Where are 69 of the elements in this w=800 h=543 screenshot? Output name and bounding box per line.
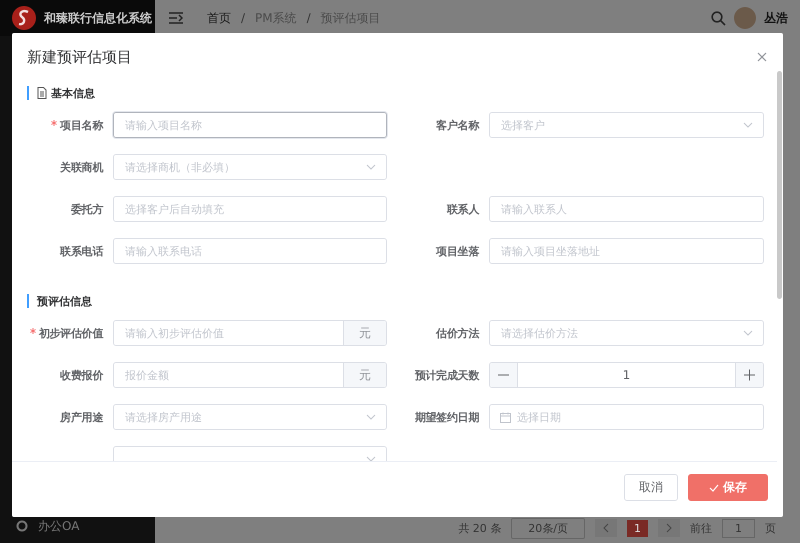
- page-suffix: 页: [765, 520, 776, 536]
- select-field[interactable]: 选择客户: [489, 112, 764, 138]
- chevron-down-icon: [743, 122, 753, 128]
- section-title: 基本信息: [51, 86, 95, 100]
- dialog-title: 新建预评估项目: [27, 48, 132, 66]
- field-label: 收费报价: [60, 368, 103, 382]
- user-name[interactable]: 丛浩: [764, 10, 788, 26]
- scrollbar[interactable]: [777, 71, 782, 299]
- select-field[interactable]: 请选择商机（非必填）: [113, 154, 387, 180]
- total-count: 共 20 条: [458, 520, 502, 536]
- checkmark-icon: [709, 484, 719, 492]
- field-label: 联系人: [446, 202, 479, 216]
- plus-button[interactable]: [735, 363, 763, 387]
- text-field[interactable]: 请输入联系电话: [113, 238, 387, 264]
- cancel-button[interactable]: 取消: [624, 474, 678, 501]
- field-label: 预计完成天数: [414, 368, 479, 382]
- chevron-down-icon: [366, 164, 376, 170]
- text-field[interactable]: 选择客户后自动填充: [113, 196, 387, 222]
- chevron-down-icon: [366, 456, 376, 461]
- text-field[interactable]: 请输入联系人: [489, 196, 764, 222]
- page-size-select[interactable]: 20条/页: [511, 518, 585, 538]
- field-label: 房产用途: [60, 410, 103, 424]
- prev-page-button[interactable]: [595, 519, 617, 537]
- date-field[interactable]: 选择日期: [489, 404, 764, 430]
- text-field[interactable]: 请输入项目名称: [113, 112, 387, 138]
- field-label: 初步评估价值: [38, 326, 103, 340]
- required-asterisk-icon: [30, 328, 36, 334]
- calendar-icon: [500, 412, 511, 422]
- close-icon[interactable]: [757, 52, 767, 62]
- field-label: 估价方法: [436, 326, 479, 340]
- chevron-down-icon: [743, 330, 753, 336]
- placeholder-text: 请输入初步评估价值: [124, 326, 225, 340]
- logo-icon: [12, 6, 36, 30]
- section-title: 预评估信息: [37, 294, 92, 308]
- select-field[interactable]: 请选择估价方法: [489, 320, 764, 346]
- next-page-button[interactable]: [658, 519, 680, 537]
- breadcrumb-separator: /: [241, 11, 246, 25]
- field-label: 关联商机: [60, 160, 103, 174]
- page-number[interactable]: 1: [627, 520, 648, 536]
- breadcrumb-item[interactable]: 首页: [207, 10, 231, 26]
- sidebar-item[interactable]: 办公OA: [38, 518, 80, 534]
- number-stepper[interactable]: 1: [489, 362, 764, 388]
- field-label: 委托方: [70, 202, 103, 216]
- app-title: 和臻联行信息化系统: [44, 10, 152, 26]
- field-label: 项目坐落: [436, 244, 479, 258]
- number-value: 1: [622, 368, 632, 382]
- field-label: 联系电话: [60, 244, 103, 258]
- unit-addon: 元: [343, 321, 386, 345]
- placeholder-text: 报价金额: [124, 368, 170, 382]
- ring-icon: [16, 520, 28, 532]
- save-button[interactable]: 保存: [688, 474, 768, 501]
- document-icon: [37, 87, 47, 99]
- goto-label: 前往: [690, 520, 712, 536]
- required-asterisk-icon: [51, 120, 58, 126]
- unit-addon: 元: [343, 363, 386, 387]
- chevron-down-icon: [366, 414, 376, 420]
- text-field[interactable]: 请输入项目坐落地址: [489, 238, 764, 264]
- field-label: 项目名称: [60, 118, 103, 132]
- goto-page-field[interactable]: 1: [722, 518, 755, 538]
- select-field[interactable]: 请选择房产用途: [113, 404, 387, 430]
- search-icon[interactable]: [711, 10, 726, 26]
- avatar[interactable]: [734, 7, 756, 29]
- breadcrumb-separator: /: [306, 11, 311, 25]
- amount-field[interactable]: 请输入初步评估价值 元: [113, 320, 387, 346]
- amount-field[interactable]: 报价金额 元: [113, 362, 387, 388]
- minus-button[interactable]: [490, 363, 518, 387]
- menu-icon[interactable]: [169, 12, 183, 24]
- field-label: 期望签约日期: [414, 410, 479, 424]
- field-label: 客户名称: [436, 118, 479, 132]
